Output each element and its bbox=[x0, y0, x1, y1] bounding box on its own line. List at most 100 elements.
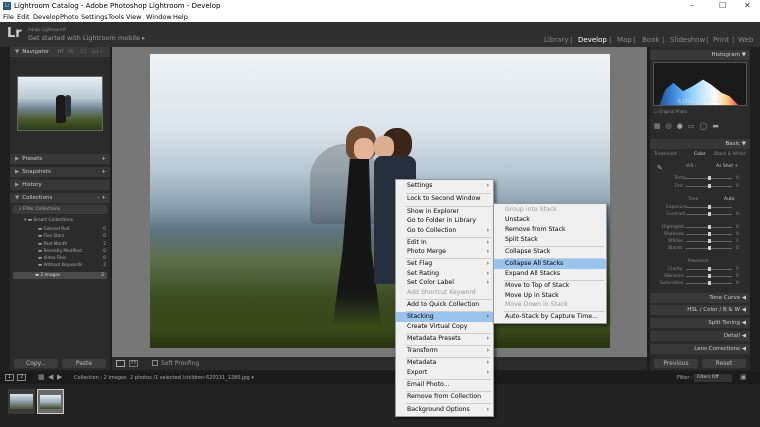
submenu-item-auto-stack[interactable]: Auto-Stack by Capture Time... bbox=[494, 312, 606, 322]
crop-icon[interactable]: ◎ bbox=[666, 122, 677, 130]
shadows-slider[interactable] bbox=[686, 232, 732, 236]
module-book[interactable]: Book bbox=[642, 36, 659, 44]
submenu-item-remove-from-stack[interactable]: Remove from Stack bbox=[494, 225, 606, 235]
module-library[interactable]: Library bbox=[544, 36, 568, 44]
highlights-slider[interactable] bbox=[686, 225, 732, 229]
module-map[interactable]: Map bbox=[617, 36, 632, 44]
menu-view[interactable]: View bbox=[126, 13, 141, 21]
treatment-color[interactable]: Color bbox=[694, 152, 706, 157]
source-collection[interactable]: Collection : 2 Images bbox=[74, 375, 127, 381]
menu-item-background-options[interactable]: Background Options › bbox=[396, 405, 493, 415]
menu-item-transform[interactable]: Transform › bbox=[396, 346, 493, 356]
nav-1-1[interactable]: 1:1 bbox=[80, 47, 86, 57]
treatment-bw[interactable]: Black & White bbox=[714, 152, 746, 157]
eyedropper-icon[interactable]: ✎ bbox=[657, 164, 663, 172]
spot-icon[interactable]: ● bbox=[677, 122, 688, 130]
menu-photo[interactable]: Photo bbox=[60, 13, 79, 21]
vibrance-slider[interactable] bbox=[686, 274, 732, 278]
navigator-preview[interactable] bbox=[17, 76, 103, 131]
slider-knob[interactable] bbox=[708, 205, 711, 209]
grid-view-icon[interactable]: ▦ bbox=[38, 373, 45, 381]
lens-corrections-header[interactable]: Lens Corrections ◀ bbox=[650, 344, 750, 354]
submenu-item-collapse-stack[interactable]: Collapse Stack bbox=[494, 247, 606, 257]
menu-item-photo-merge[interactable]: Photo Merge › bbox=[396, 247, 493, 257]
brush-icon[interactable]: ▬ bbox=[712, 122, 724, 130]
slider-knob[interactable] bbox=[708, 225, 711, 229]
menu-item-stacking[interactable]: Stacking › bbox=[396, 312, 493, 322]
original-photo-checkbox[interactable]: ☐ Original Photo bbox=[654, 109, 687, 114]
menu-item-remove-from-collection[interactable]: Remove from Collection bbox=[396, 392, 493, 402]
grid-icon[interactable]: ▦ bbox=[654, 122, 666, 130]
histogram-graph[interactable]: R 27.9 G 26.9 B 19.1 % bbox=[653, 62, 747, 106]
exposure-slider[interactable] bbox=[686, 205, 732, 209]
menu-tools[interactable]: Tools bbox=[108, 13, 124, 21]
slider-knob[interactable] bbox=[708, 212, 711, 216]
submenu-item-unstack[interactable]: Unstack bbox=[494, 215, 606, 225]
smart-collections-folder[interactable]: ▾ ▬ Smart Collections bbox=[24, 218, 73, 223]
detail-header[interactable]: Detail ◀ bbox=[650, 331, 750, 341]
menu-item-settings[interactable]: Settings › bbox=[396, 181, 493, 191]
filmstrip-thumbnail-selected[interactable] bbox=[37, 389, 64, 414]
paste-button[interactable]: Paste bbox=[62, 359, 106, 368]
maximize-button[interactable]: ☐ bbox=[719, 1, 726, 10]
module-print[interactable]: Print bbox=[713, 36, 729, 44]
auto-tone-button[interactable]: Auto bbox=[724, 197, 734, 202]
gradient-icon[interactable]: ◯ bbox=[699, 122, 712, 130]
filter-dropdown[interactable]: Filters Off bbox=[694, 374, 732, 382]
slider-knob[interactable] bbox=[708, 246, 711, 250]
menu-item-set-flag[interactable]: Set Flag › bbox=[396, 259, 493, 269]
filmstrip-thumbnail[interactable] bbox=[8, 389, 35, 414]
menu-help[interactable]: Help bbox=[173, 13, 188, 21]
clarity-slider[interactable] bbox=[686, 267, 732, 271]
contrast-slider[interactable] bbox=[686, 212, 732, 216]
add-preset-button[interactable]: + bbox=[101, 154, 106, 164]
lock-icon[interactable]: ▣ bbox=[740, 373, 747, 381]
menu-item-set-color-label[interactable]: Set Color Label › bbox=[396, 278, 493, 288]
menu-item-go-to-collection[interactable]: Go to Collection › bbox=[396, 226, 493, 236]
menu-item-lock-second-window[interactable]: Lock to Second Window bbox=[396, 194, 493, 204]
tool-strip[interactable]: ▦◎●▭◯▬ bbox=[654, 122, 746, 134]
history-header[interactable]: ▶ History bbox=[10, 180, 110, 190]
slider-knob[interactable] bbox=[708, 176, 711, 180]
slider-knob[interactable] bbox=[708, 281, 711, 285]
minimize-button[interactable]: – bbox=[690, 1, 694, 10]
slider-knob[interactable] bbox=[708, 267, 711, 271]
submenu-item-collapse-all-stacks[interactable]: Collapse All Stacks bbox=[494, 259, 606, 269]
whites-slider[interactable] bbox=[686, 239, 732, 243]
collection-2-images[interactable]: ▬ 2 Images 2 bbox=[13, 272, 107, 279]
nav-zoom[interactable]: 3:1 ÷ bbox=[92, 47, 103, 57]
before-after-icon[interactable]: YY bbox=[129, 360, 138, 367]
page-1-button[interactable]: 1 bbox=[5, 374, 14, 381]
loupe-view-icon[interactable] bbox=[116, 360, 125, 367]
menu-item-email-photo[interactable]: Email Photo... bbox=[396, 380, 493, 390]
back-arrow-icon[interactable]: ◀ bbox=[48, 373, 53, 381]
slider-knob[interactable] bbox=[708, 274, 711, 278]
temp-slider[interactable] bbox=[686, 176, 732, 180]
collections-header[interactable]: ▼ Collections – + bbox=[10, 193, 110, 203]
tone-curve-header[interactable]: Tone Curve ◀ bbox=[650, 293, 750, 303]
snapshots-header[interactable]: ▶ Snapshots + bbox=[10, 167, 110, 177]
filter-collections-input[interactable]: ⌕ Filter Collections bbox=[13, 205, 107, 214]
tint-slider[interactable] bbox=[686, 184, 732, 188]
menu-develop[interactable]: Develop bbox=[33, 13, 60, 21]
menu-window[interactable]: Window bbox=[146, 13, 172, 21]
smart-collection-item[interactable]: ▬ Past Month 2 bbox=[38, 242, 106, 249]
module-develop[interactable]: Develop bbox=[578, 36, 607, 44]
wb-dropdown[interactable]: As Shot ÷ bbox=[716, 164, 738, 169]
saturation-slider[interactable] bbox=[686, 281, 732, 285]
menu-item-go-to-folder[interactable]: Go to Folder in Library bbox=[396, 216, 493, 226]
soft-proofing-checkbox[interactable] bbox=[152, 360, 158, 366]
submenu-item-split-stack[interactable]: Split Stack bbox=[494, 235, 606, 245]
menu-file[interactable]: File bbox=[3, 13, 14, 21]
navigator-header[interactable]: ▼ Navigator FIT Fill 1:1 3:1 ÷ bbox=[10, 47, 110, 57]
submenu-item-expand-all-stacks[interactable]: Expand All Stacks bbox=[494, 269, 606, 279]
copy-button[interactable]: Copy... bbox=[14, 359, 58, 368]
menu-item-metadata-presets[interactable]: Metadata Presets › bbox=[396, 334, 493, 344]
slider-knob[interactable] bbox=[708, 184, 711, 188]
submenu-item-move-to-top[interactable]: Move to Top of Stack bbox=[494, 281, 606, 291]
mobile-prompt-link[interactable]: Get started with Lightroom mobile ▸ bbox=[28, 34, 145, 42]
presets-header[interactable]: ▶ Presets + bbox=[10, 154, 110, 164]
nav-fill[interactable]: Fill bbox=[68, 47, 73, 57]
menu-item-create-virtual-copy[interactable]: Create Virtual Copy bbox=[396, 322, 493, 332]
page-2-button[interactable]: 2 bbox=[17, 374, 26, 381]
